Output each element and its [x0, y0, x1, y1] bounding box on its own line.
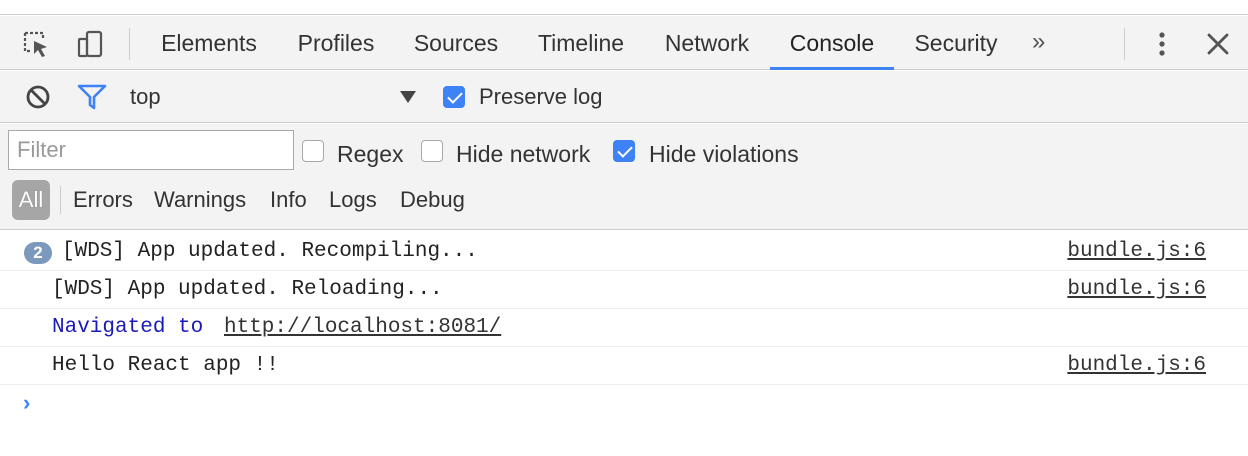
source-link[interactable]: bundle.js:6	[1067, 233, 1206, 271]
clear-console-icon[interactable]	[22, 81, 54, 113]
regex-checkbox[interactable]	[302, 140, 324, 162]
level-logs[interactable]: Logs	[329, 180, 377, 220]
tab-network[interactable]: Network	[662, 16, 752, 70]
context-selector[interactable]: top	[130, 71, 161, 123]
level-errors[interactable]: Errors	[73, 180, 133, 220]
message-text: [WDS] App updated. Reloading...	[52, 278, 443, 301]
tab-console[interactable]: Console	[770, 16, 894, 70]
console-message: [WDS] App updated. Reloading... bundle.j…	[0, 271, 1248, 309]
hide-network-checkbox[interactable]	[421, 140, 443, 162]
message-text: [WDS] App updated. Recompiling...	[62, 240, 478, 263]
console-message: 2 [WDS] App updated. Recompiling... bund…	[0, 233, 1248, 271]
tab-elements[interactable]: Elements	[160, 16, 258, 70]
device-toolbar-icon[interactable]	[74, 28, 106, 60]
tab-profiles[interactable]: Profiles	[296, 16, 376, 70]
window-top-strip	[0, 0, 1248, 15]
more-tabs-icon[interactable]: »	[1032, 16, 1045, 70]
toolbar-separator	[129, 28, 130, 60]
tab-security[interactable]: Security	[912, 16, 1000, 70]
close-icon[interactable]	[1202, 28, 1234, 60]
level-all[interactable]: All	[12, 180, 50, 220]
tab-sources[interactable]: Sources	[412, 16, 500, 70]
navigation-url-link[interactable]: http://localhost:8081/	[224, 309, 501, 347]
hide-violations-label: Hide violations	[649, 141, 799, 167]
tab-timeline[interactable]: Timeline	[536, 16, 626, 70]
console-filter-bar: Regex Hide network Hide violations All E…	[0, 124, 1248, 230]
filter-input[interactable]	[8, 130, 294, 170]
regex-label: Regex	[337, 141, 404, 167]
source-link[interactable]: bundle.js:6	[1067, 347, 1206, 385]
inspect-element-icon[interactable]	[20, 28, 52, 60]
dropdown-arrow-icon[interactable]	[392, 81, 424, 113]
console-message: Navigated to http://localhost:8081/	[0, 309, 1248, 347]
preserve-log-checkbox[interactable]	[443, 86, 465, 108]
repeat-count-badge: 2	[24, 242, 52, 264]
devtools-tab-bar: Elements Profiles Sources Timeline Netwo…	[0, 16, 1248, 70]
source-link[interactable]: bundle.js:6	[1067, 271, 1206, 309]
level-warnings[interactable]: Warnings	[154, 180, 246, 220]
hide-network-label: Hide network	[456, 141, 591, 167]
level-debug[interactable]: Debug	[400, 180, 465, 220]
more-options-icon[interactable]	[1146, 28, 1178, 60]
console-prompt-icon[interactable]: ›	[20, 392, 33, 417]
toolbar-separator	[1124, 28, 1125, 60]
hide-violations-checkbox[interactable]	[613, 140, 635, 162]
navigation-text: Navigated to	[52, 316, 204, 339]
message-text: Hello React app !!	[52, 354, 279, 377]
level-info[interactable]: Info	[270, 180, 307, 220]
console-context-bar: top Preserve log	[0, 71, 1248, 123]
preserve-log-label: Preserve log	[479, 84, 603, 109]
console-message: Hello React app !! bundle.js:6	[0, 347, 1248, 385]
level-separator	[60, 186, 61, 214]
active-tab-indicator	[770, 67, 894, 70]
filter-icon[interactable]	[76, 81, 108, 113]
